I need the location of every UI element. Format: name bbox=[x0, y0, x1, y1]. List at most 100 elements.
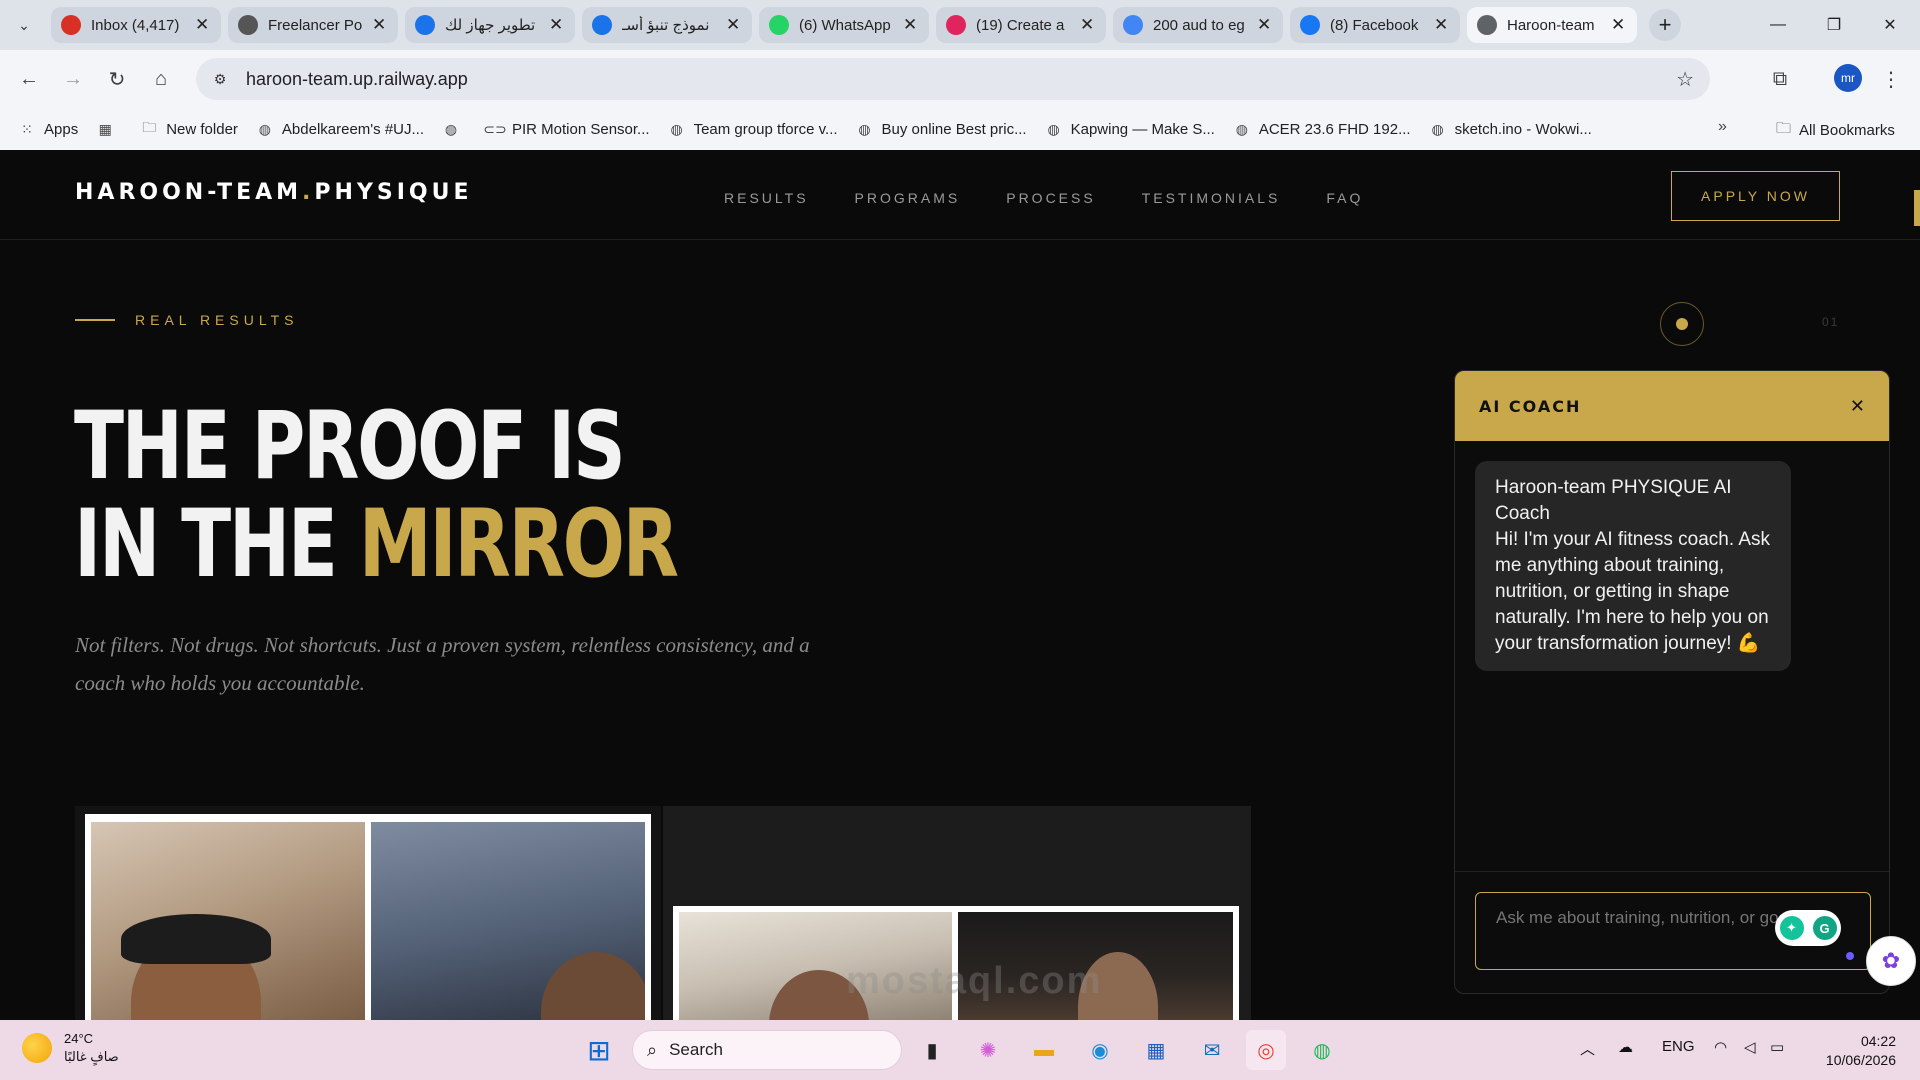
more-bookmarks-icon[interactable]: » bbox=[1718, 118, 1727, 136]
bookmark-label: Buy online Best pric... bbox=[881, 120, 1027, 138]
site-logo[interactable]: HAROON-TEAM.PHYSIQUE bbox=[75, 180, 473, 205]
site-info-icon[interactable]: ⚙ bbox=[208, 67, 232, 91]
bookmark-item[interactable]: ◍ Kapwing — Make S... bbox=[1045, 120, 1215, 138]
restore-button[interactable]: ❐ bbox=[1806, 0, 1862, 50]
extensions-button[interactable]: ⧉ bbox=[1763, 62, 1797, 96]
nav-process[interactable]: PROCESS bbox=[1006, 190, 1095, 206]
tab-title: Haroon-team bbox=[1507, 16, 1595, 34]
windows-start-icon[interactable]: ⊞ bbox=[579, 1030, 619, 1070]
tab-close-icon[interactable]: ✕ bbox=[1609, 15, 1627, 35]
bookmark-item[interactable]: ◍ ACER 23.6 FHD 192... bbox=[1233, 120, 1411, 138]
nav-programs[interactable]: PROGRAMS bbox=[855, 190, 961, 206]
battery-icon[interactable]: ▭ bbox=[1770, 1038, 1784, 1056]
browser-tab[interactable]: (6) WhatsApp ✕ bbox=[759, 7, 929, 43]
grammarly-badge[interactable]: ✦ G bbox=[1775, 910, 1841, 946]
globe-icon: ◍ bbox=[258, 120, 272, 137]
folder-icon: 🗀 bbox=[142, 119, 157, 135]
bookmark-item[interactable]: 🗀 New folder bbox=[140, 119, 238, 138]
browser-menu-button[interactable]: ⋮ bbox=[1874, 62, 1908, 96]
tab-search-button[interactable]: ⌄ bbox=[4, 5, 44, 45]
chat-title: AI COACH bbox=[1479, 396, 1582, 416]
bookmark-item[interactable]: ⁙ Apps bbox=[18, 120, 78, 138]
browser-tab[interactable]: Haroon-team ✕ bbox=[1467, 7, 1637, 43]
tab-close-icon[interactable]: ✕ bbox=[901, 15, 919, 35]
url-text[interactable]: haroon-team.up.railway.app bbox=[246, 69, 468, 90]
store-icon[interactable]: ▦ bbox=[1136, 1030, 1176, 1070]
nav-results[interactable]: RESULTS bbox=[724, 190, 809, 206]
home-button[interactable]: ⌂ bbox=[144, 62, 178, 96]
spotify-icon[interactable]: ◍ bbox=[1302, 1030, 1342, 1070]
nav-testimonials[interactable]: TESTIMONIALS bbox=[1142, 190, 1281, 206]
tab-title: نموذج تنبؤ أسـ bbox=[622, 17, 710, 34]
weather-moon-icon bbox=[22, 1033, 52, 1063]
chat-close-button[interactable]: ✕ bbox=[1850, 396, 1865, 417]
volume-icon[interactable]: ◁ bbox=[1744, 1038, 1756, 1056]
file-explorer-icon[interactable]: ▬ bbox=[1024, 1030, 1064, 1070]
all-bookmarks-button[interactable]: 🗀 All Bookmarks bbox=[1776, 118, 1895, 143]
browser-tab[interactable]: 200 aud to eg ✕ bbox=[1113, 7, 1283, 43]
profile-avatar[interactable]: mr bbox=[1834, 64, 1862, 92]
chrome-icon[interactable]: ◎ bbox=[1246, 1030, 1286, 1070]
browser-tab[interactable]: (19) Create a ✕ bbox=[936, 7, 1106, 43]
bookmarks-bar: ⁙ Apps ▦ 🗀 New folder ◍ Abdelkareem's #UJ... ◍ ⊂… bbox=[0, 108, 1920, 150]
wifi-icon[interactable]: ◠ bbox=[1714, 1038, 1727, 1056]
browser-tab[interactable]: نموذج تنبؤ أسـ ✕ bbox=[582, 7, 752, 43]
tab-close-icon[interactable]: ✕ bbox=[547, 15, 565, 35]
bird-icon bbox=[946, 15, 966, 35]
tab-close-icon[interactable]: ✕ bbox=[1078, 15, 1096, 35]
plus-icon: + bbox=[1658, 12, 1672, 37]
new-tab-button[interactable]: + bbox=[1649, 9, 1681, 41]
tab-close-icon[interactable]: ✕ bbox=[724, 15, 742, 35]
apply-now-button[interactable]: APPLY NOW bbox=[1671, 171, 1840, 221]
tab-close-icon[interactable]: ✕ bbox=[193, 15, 211, 35]
copilot-icon[interactable]: ✺ bbox=[968, 1030, 1008, 1070]
bookmark-item[interactable]: ▦ bbox=[96, 120, 122, 138]
reload-button[interactable]: ↻ bbox=[100, 62, 134, 96]
bookmark-item[interactable]: ◍ Abdelkareem's #UJ... bbox=[256, 120, 424, 138]
bookmark-label: PIR Motion Sensor... bbox=[512, 120, 650, 138]
close-window-button[interactable]: ✕ bbox=[1862, 0, 1918, 50]
bookmark-item[interactable]: ◍ bbox=[442, 120, 468, 138]
browser-tab[interactable]: (8) Facebook ✕ bbox=[1290, 7, 1460, 43]
chat-message-bot: Haroon-team PHYSIQUE AI Coach Hi! I'm yo… bbox=[1475, 461, 1791, 671]
slide-indicator-dot[interactable] bbox=[1660, 302, 1704, 346]
floating-ai-brain-icon[interactable]: ✿ bbox=[1866, 936, 1916, 986]
tab-close-icon[interactable]: ✕ bbox=[1432, 15, 1450, 35]
tab-close-icon[interactable]: ✕ bbox=[370, 15, 388, 35]
bookmark-list: ⁙ Apps ▦ 🗀 New folder ◍ Abdelkareem's #UJ... ◍ ⊂… bbox=[0, 119, 1592, 138]
browser-tab[interactable]: تطوير جهاز لك ✕ bbox=[405, 7, 575, 43]
minimize-button[interactable]: — bbox=[1750, 0, 1806, 50]
grid-icon: ▦ bbox=[98, 120, 112, 137]
result-card-1[interactable] bbox=[75, 806, 661, 1020]
bookmark-item[interactable]: ⊂⊃ PIR Motion Sensor... bbox=[483, 120, 650, 138]
bookmark-item[interactable]: ◍ sketch.ino - Wokwi... bbox=[1429, 120, 1591, 138]
weather-widget[interactable]: 24°C صافٍ غالبًا bbox=[22, 1030, 119, 1066]
browser-tab-bar: ⌄ Inbox (4,417) ✕ Freelancer Po ✕ تطوير جهاز… bbox=[0, 0, 1920, 50]
globe-icon: ◍ bbox=[858, 120, 871, 137]
browser-tab[interactable]: Inbox (4,417) ✕ bbox=[51, 7, 221, 43]
taskbar-search[interactable]: ⌕ Search bbox=[632, 1030, 902, 1070]
bookmark-item[interactable]: ◍ Buy online Best pric... bbox=[856, 120, 1027, 138]
tab-close-icon[interactable]: ✕ bbox=[1255, 15, 1273, 35]
task-view-icon[interactable]: ▮ bbox=[912, 1030, 952, 1070]
status-dot bbox=[1846, 952, 1854, 960]
bookmark-item[interactable]: ◍ Team group tforce v... bbox=[668, 120, 837, 138]
bookmark-star-icon[interactable]: ☆ bbox=[1676, 67, 1694, 92]
outlook-icon[interactable]: ✉ bbox=[1192, 1030, 1232, 1070]
nav-faq[interactable]: FAQ bbox=[1326, 190, 1363, 206]
omnibox[interactable]: ⚙ haroon-team.up.railway.app ☆ bbox=[196, 58, 1710, 100]
system-clock[interactable]: 04:22 10/06/2026 bbox=[1810, 1032, 1896, 1070]
language-indicator[interactable]: ENG bbox=[1662, 1038, 1695, 1055]
globe-icon bbox=[1477, 15, 1497, 35]
link-icon: ⊂⊃ bbox=[483, 120, 507, 137]
browser-tab[interactable]: Freelancer Po ✕ bbox=[228, 7, 398, 43]
globe-icon: ◍ bbox=[670, 120, 683, 137]
tray-chevron-up-icon[interactable]: ︿ bbox=[1580, 1038, 1595, 1059]
back-button[interactable]: ← bbox=[12, 62, 46, 96]
openai-icon bbox=[238, 15, 258, 35]
tab-title: (6) WhatsApp bbox=[799, 16, 891, 34]
forward-button[interactable]: → bbox=[56, 62, 90, 96]
edge-icon[interactable]: ◉ bbox=[1080, 1030, 1120, 1070]
cloud-off-icon[interactable]: ☁ bbox=[1618, 1038, 1633, 1056]
section-eyebrow: REAL RESULTS bbox=[75, 312, 298, 328]
